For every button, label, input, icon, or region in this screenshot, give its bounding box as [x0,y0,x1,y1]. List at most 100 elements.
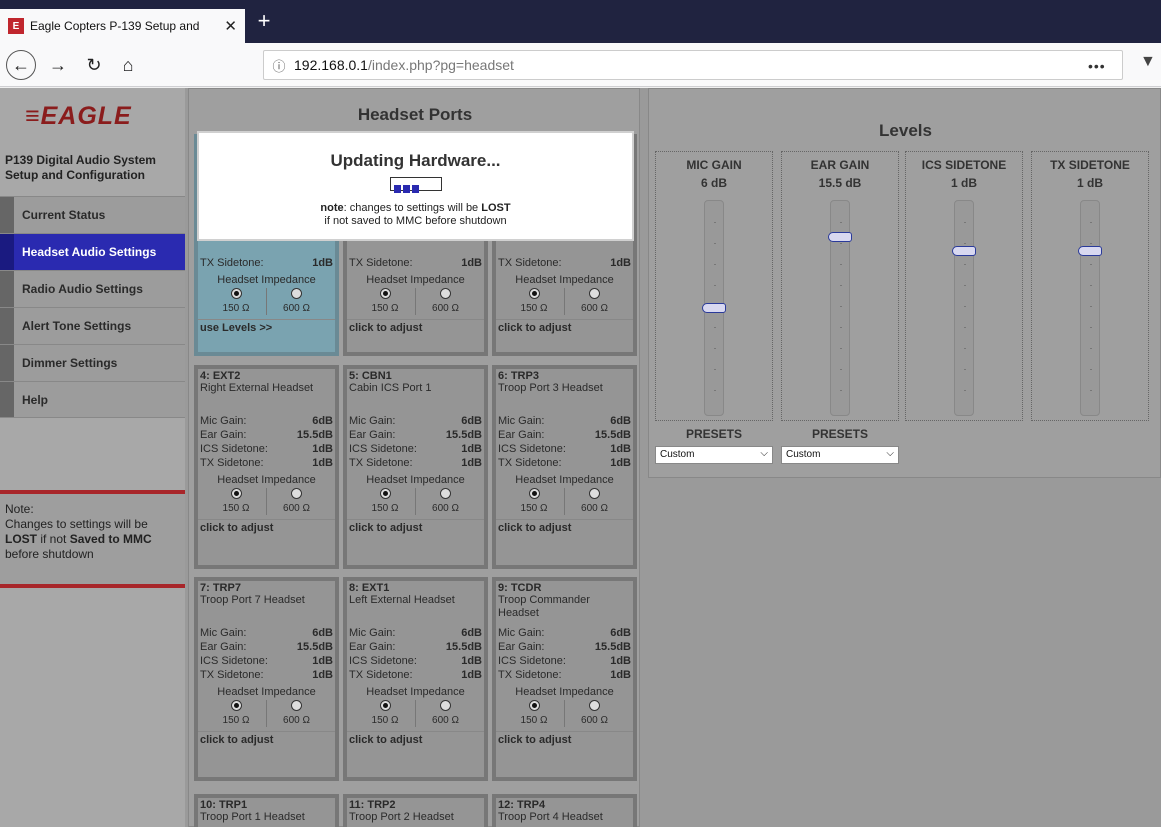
sidebar-item-alert-tone-settings[interactable]: Alert Tone Settings [0,307,185,344]
impedance-600-option[interactable]: 600 Ω [267,700,327,727]
radio-unselected-icon[interactable] [291,288,302,299]
impedance-150-option[interactable]: 150 Ω [505,488,565,515]
tx-sidetone-row: TX Sidetone: 1dB [347,456,484,470]
impedance-600-option[interactable]: 600 Ω [267,288,327,315]
impedance-600-option[interactable]: 600 Ω [267,488,327,515]
port-action[interactable]: click to adjust [347,731,484,749]
headset-port-card[interactable]: 7: TRP7 Troop Port 7 Headset Mic Gain: 6dB E… [194,577,339,781]
presets-select[interactable]: Custom ⌵ [781,446,899,464]
level-slider[interactable] [702,200,726,416]
sidebar-item-current-status[interactable]: Current Status [0,196,185,233]
page-actions-menu-icon[interactable]: ••• [1088,58,1106,74]
radio-unselected-icon[interactable] [440,488,451,499]
impedance-options: 150 Ω 600 Ω [347,700,484,727]
port-id: 6: TRP3 [498,370,539,382]
slider-thumb-icon[interactable] [1078,246,1102,256]
port-name: Troop Port 1 Headset [200,811,305,823]
back-arrow-icon[interactable]: ← [6,50,36,80]
impedance-150-option[interactable]: 150 Ω [356,488,416,515]
impedance-600-option[interactable]: 600 Ω [416,288,476,315]
impedance-150-option[interactable]: 150 Ω [207,288,267,315]
port-action[interactable]: click to adjust [496,731,633,749]
sidebar-item-help[interactable]: Help [0,381,185,418]
impedance-label: Headset Impedance [515,274,614,286]
radio-selected-icon[interactable] [230,488,242,499]
impedance-600-option[interactable]: 600 Ω [416,700,476,727]
impedance-150-option[interactable]: 150 Ω [356,700,416,727]
browser-tab[interactable]: E Eagle Copters P-139 Setup and ✕ [0,9,245,43]
radio-unselected-icon[interactable] [291,700,302,711]
sidebar-item-radio-audio-settings[interactable]: Radio Audio Settings [0,270,185,307]
url-host: 192.168.0.1 [294,57,368,73]
mic-gain-value: 6dB [312,415,333,427]
tx-sidetone-value: 1dB [312,257,333,269]
headset-port-card[interactable]: 11: TRP2 Troop Port 2 Headset [343,794,488,827]
level-slider[interactable] [828,200,852,416]
impedance-150-option[interactable]: 150 Ω [505,700,565,727]
reload-icon[interactable]: ↻ [80,51,108,79]
headset-port-card[interactable]: 5: CBN1 Cabin ICS Port 1 Mic Gain: 6dB Ear G… [343,365,488,569]
radio-selected-icon[interactable] [379,288,391,299]
headset-port-card[interactable]: 6: TRP3 Troop Port 3 Headset Mic Gain: 6dB E… [492,365,637,569]
impedance-150-option[interactable]: 150 Ω [207,488,267,515]
radio-selected-icon[interactable] [379,700,391,711]
port-action[interactable]: use Levels >> [198,319,335,337]
presets-select[interactable]: Custom ⌵ [655,446,773,464]
tx-sidetone-value: 1dB [461,457,482,469]
impedance-150-option[interactable]: 150 Ω [505,288,565,315]
radio-unselected-icon[interactable] [589,488,600,499]
impedance-600-option[interactable]: 600 Ω [565,488,625,515]
info-icon[interactable]: ⓘ [264,56,294,75]
chevron-down-icon: ⌵ [886,448,894,459]
radio-selected-icon[interactable] [528,488,540,499]
impedance-600-option[interactable]: 600 Ω [565,288,625,315]
port-action[interactable]: click to adjust [198,519,335,537]
new-tab-icon[interactable]: + [252,8,276,34]
headset-port-card[interactable]: 8: EXT1 Left External Headset Mic Gain: 6dB… [343,577,488,781]
sidebar-item-dimmer-settings[interactable]: Dimmer Settings [0,344,185,381]
radio-selected-icon[interactable] [528,700,540,711]
headset-port-card[interactable]: 12: TRP4 Troop Port 4 Headset [492,794,637,827]
slider-thumb-icon[interactable] [702,303,726,313]
radio-unselected-icon[interactable] [291,488,302,499]
port-name: Troop Port 7 Headset [200,594,305,606]
port-action[interactable]: click to adjust [496,319,633,337]
radio-unselected-icon[interactable] [589,700,600,711]
url-bar[interactable]: ⓘ 192.168.0.1/index.php?pg=headset [263,50,1123,80]
tx-sidetone-value: 1dB [461,257,482,269]
level-slider[interactable] [952,200,976,416]
level-value: 1 dB [950,176,977,190]
port-action[interactable]: click to adjust [496,519,633,537]
radio-selected-icon[interactable] [379,488,391,499]
impedance-600-option[interactable]: 600 Ω [416,488,476,515]
progress-indicator [389,177,442,193]
impedance-600-option[interactable]: 600 Ω [565,700,625,727]
dialog-note-label: note [320,202,344,214]
radio-unselected-icon[interactable] [440,288,451,299]
port-action[interactable]: click to adjust [347,519,484,537]
forward-arrow-icon[interactable]: → [44,51,72,79]
impedance-150-option[interactable]: 150 Ω [207,700,267,727]
headset-port-card[interactable]: 9: TCDR Troop Commander Headset Mic Gain: 6… [492,577,637,781]
port-action[interactable]: click to adjust [347,319,484,337]
dialog-note-lost: LOST [481,202,511,214]
home-icon[interactable]: ⌂ [114,51,142,79]
radio-unselected-icon[interactable] [440,700,451,711]
slider-thumb-icon[interactable] [828,232,852,242]
radio-selected-icon[interactable] [528,288,540,299]
headset-port-card[interactable]: 4: EXT2 Right External Headset Mic Gain: 6d… [194,365,339,569]
radio-unselected-icon[interactable] [589,288,600,299]
ics-sidetone-row: ICS Sidetone: 1dB [496,654,633,668]
close-tab-icon[interactable]: ✕ [224,17,237,35]
radio-selected-icon[interactable] [230,288,242,299]
sidebar-item-headset-audio-settings[interactable]: Headset Audio Settings [0,233,185,270]
pocket-icon[interactable]: ▼ [1140,53,1158,73]
slider-thumb-icon[interactable] [952,246,976,256]
impedance-150-option[interactable]: 150 Ω [356,288,416,315]
sidebar: ≡EAGLE P139 Digital Audio System Setup a… [0,88,185,827]
level-slider[interactable] [1078,200,1102,416]
radio-selected-icon[interactable] [230,700,242,711]
ear-gain-row: Ear Gain: 15.5dB [347,428,484,442]
port-action[interactable]: click to adjust [198,731,335,749]
headset-port-card[interactable]: 10: TRP1 Troop Port 1 Headset [194,794,339,827]
